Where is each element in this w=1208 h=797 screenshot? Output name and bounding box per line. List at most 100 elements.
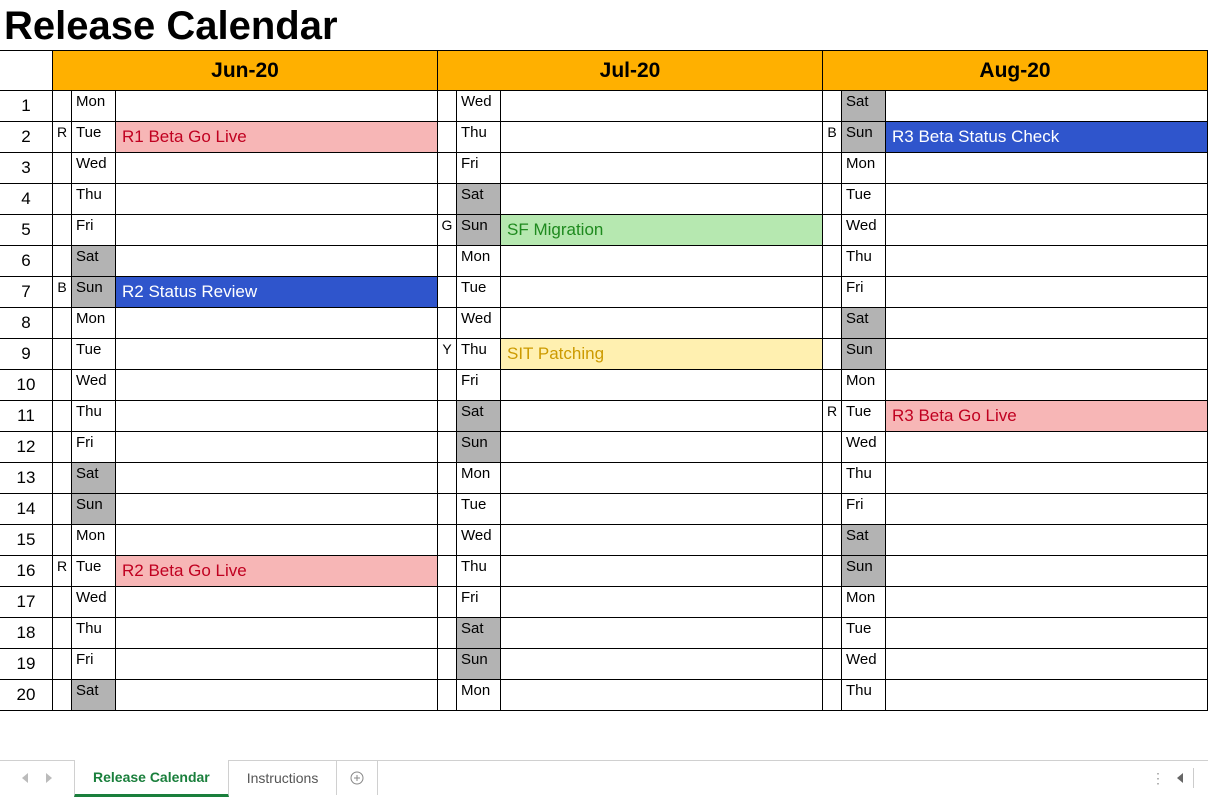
event-cell[interactable]: R2 Status Review [116,277,437,308]
event-code[interactable]: Y [438,339,457,370]
day-of-week[interactable]: Tue [72,122,116,153]
event-code[interactable]: G [438,215,457,246]
row-number[interactable]: 3 [0,153,53,184]
day-of-week[interactable]: Thu [842,246,886,277]
event-cell[interactable] [501,308,822,339]
day-of-week[interactable]: Wed [457,91,501,122]
day-of-week[interactable]: Mon [842,370,886,401]
event-cell[interactable]: SF Migration [501,215,822,246]
day-of-week[interactable]: Wed [457,308,501,339]
event-cell[interactable] [501,122,822,153]
day-of-week[interactable]: Wed [72,587,116,618]
event-cell[interactable] [886,277,1207,308]
event-code[interactable] [53,153,72,184]
day-of-week[interactable]: Thu [842,463,886,494]
event-cell[interactable]: R3 Beta Status Check [886,122,1207,153]
row-number[interactable]: 11 [0,401,53,432]
tab-nav[interactable] [0,773,74,783]
chevron-left-icon[interactable] [22,773,28,783]
event-cell[interactable] [501,277,822,308]
event-cell[interactable] [116,153,437,184]
day-of-week[interactable]: Sat [72,463,116,494]
day-of-week[interactable]: Mon [457,680,501,711]
event-code[interactable] [823,432,842,463]
day-of-week[interactable]: Sat [457,184,501,215]
event-cell[interactable] [886,246,1207,277]
event-cell[interactable] [501,494,822,525]
event-cell[interactable] [501,680,822,711]
day-of-week[interactable]: Mon [457,246,501,277]
event-cell[interactable] [116,680,437,711]
day-of-week[interactable]: Sat [72,680,116,711]
event-cell[interactable] [501,525,822,556]
event-code[interactable] [53,494,72,525]
day-of-week[interactable]: Thu [457,122,501,153]
scroll-track[interactable] [1193,768,1194,788]
row-number[interactable]: 2 [0,122,53,153]
event-code[interactable]: R [823,401,842,432]
day-of-week[interactable]: Sun [457,432,501,463]
day-of-week[interactable]: Sat [457,618,501,649]
event-cell[interactable] [886,432,1207,463]
day-of-week[interactable]: Sun [842,339,886,370]
event-code[interactable] [823,494,842,525]
event-cell[interactable] [886,587,1207,618]
event-code[interactable] [53,246,72,277]
event-code[interactable] [53,401,72,432]
event-cell[interactable] [501,463,822,494]
day-of-week[interactable]: Fri [842,494,886,525]
event-cell[interactable] [116,587,437,618]
event-cell[interactable] [116,494,437,525]
day-of-week[interactable]: Fri [72,649,116,680]
day-of-week[interactable]: Mon [72,91,116,122]
day-of-week[interactable]: Thu [457,339,501,370]
event-cell[interactable] [501,618,822,649]
event-code[interactable] [823,91,842,122]
row-number[interactable]: 15 [0,525,53,556]
event-code[interactable] [823,680,842,711]
event-code[interactable] [823,370,842,401]
event-code[interactable] [823,308,842,339]
day-of-week[interactable]: Tue [72,556,116,587]
row-number[interactable]: 17 [0,587,53,618]
event-code[interactable] [823,525,842,556]
event-cell[interactable] [886,153,1207,184]
event-cell[interactable] [886,370,1207,401]
event-code[interactable] [438,122,457,153]
row-number[interactable]: 9 [0,339,53,370]
event-code[interactable] [53,308,72,339]
day-of-week[interactable]: Sat [842,308,886,339]
event-cell[interactable] [886,618,1207,649]
event-cell[interactable] [116,649,437,680]
event-cell[interactable] [116,246,437,277]
day-of-week[interactable]: Mon [842,587,886,618]
day-of-week[interactable]: Tue [842,618,886,649]
day-of-week[interactable]: Thu [72,401,116,432]
row-number[interactable]: 8 [0,308,53,339]
day-of-week[interactable]: Wed [842,215,886,246]
drag-handle-icon[interactable]: ⋮ [1151,770,1167,787]
month-header[interactable]: Aug-20 [823,51,1208,91]
row-number[interactable]: 6 [0,246,53,277]
row-number[interactable]: 4 [0,184,53,215]
event-code[interactable] [438,525,457,556]
event-cell[interactable] [116,184,437,215]
day-of-week[interactable]: Thu [457,556,501,587]
day-of-week[interactable]: Thu [72,618,116,649]
day-of-week[interactable]: Tue [842,401,886,432]
event-cell[interactable] [886,339,1207,370]
event-cell[interactable] [116,432,437,463]
day-of-week[interactable]: Wed [72,153,116,184]
event-cell[interactable] [886,649,1207,680]
event-code[interactable] [53,432,72,463]
event-code[interactable] [53,91,72,122]
event-code[interactable] [438,246,457,277]
event-code[interactable] [823,339,842,370]
event-cell[interactable] [501,649,822,680]
day-of-week[interactable]: Sat [842,525,886,556]
row-number[interactable]: 14 [0,494,53,525]
chevron-left-icon[interactable] [1177,773,1183,783]
event-code[interactable] [823,649,842,680]
event-cell[interactable] [501,153,822,184]
day-of-week[interactable]: Thu [842,680,886,711]
